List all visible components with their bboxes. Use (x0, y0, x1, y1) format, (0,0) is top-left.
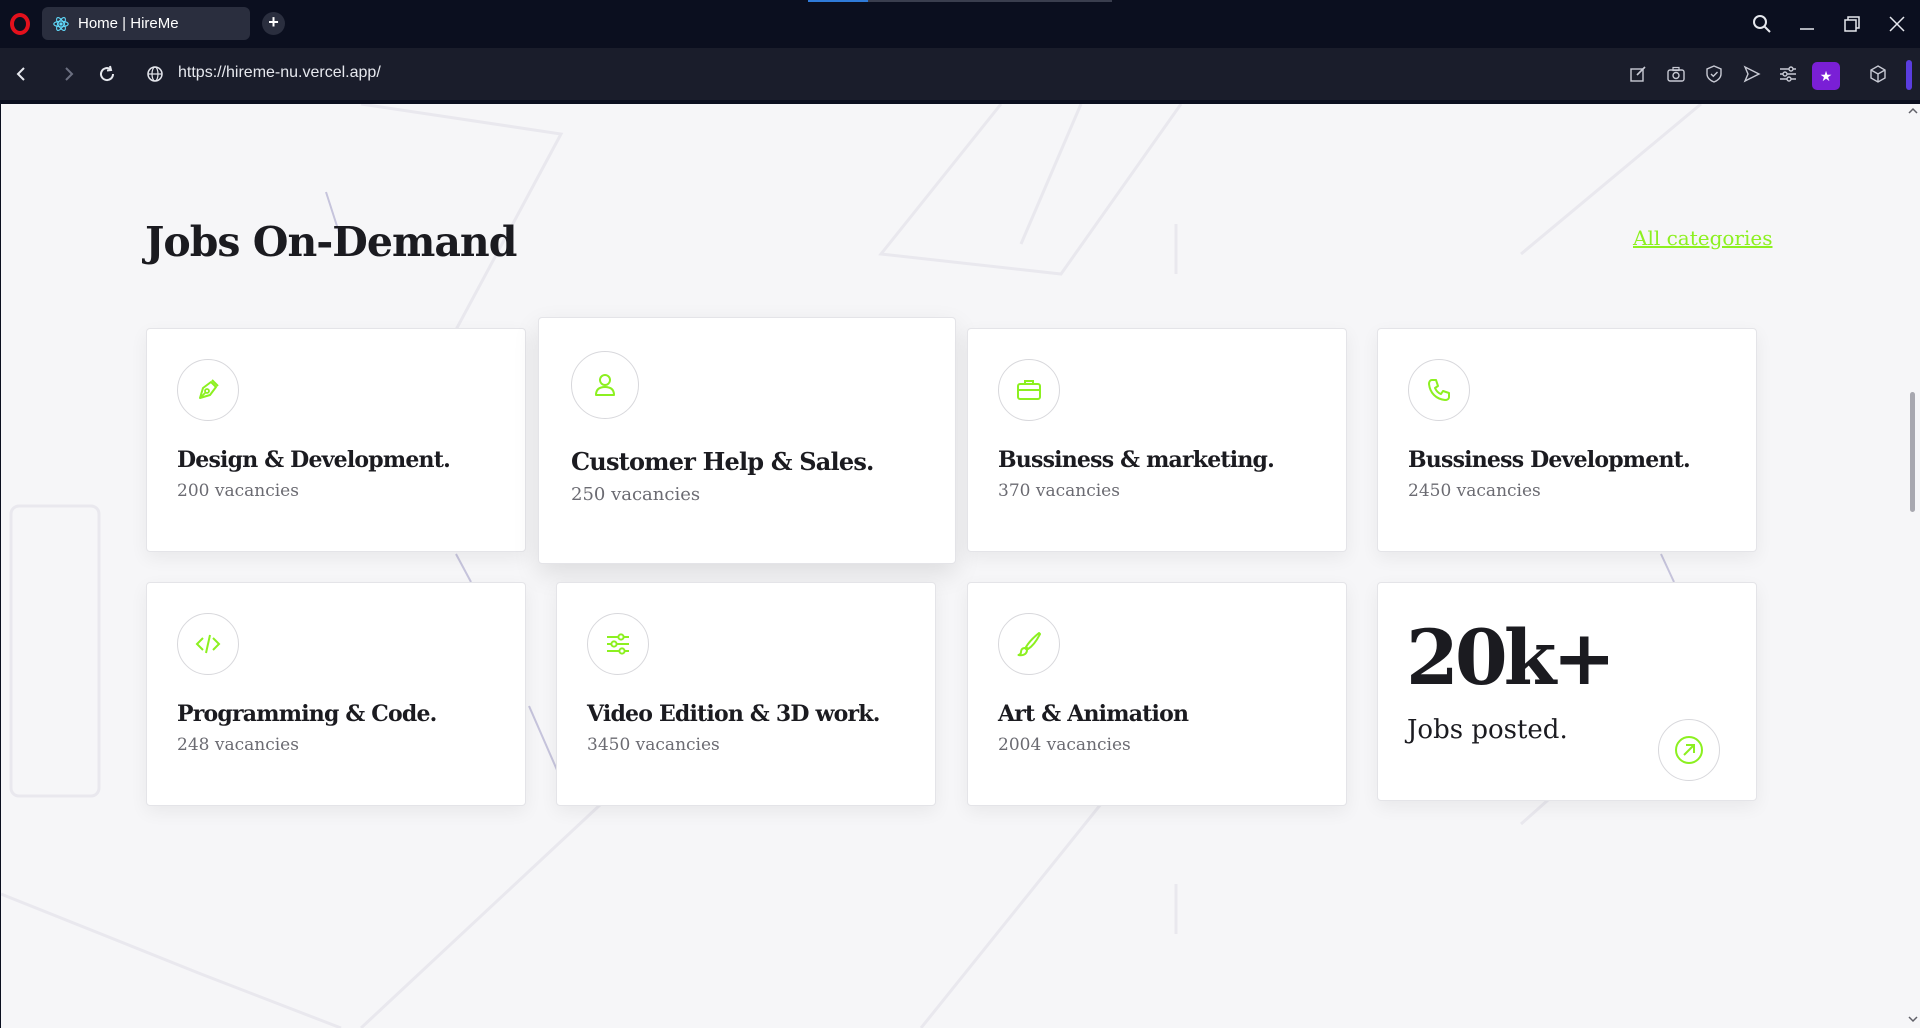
pen-nib-icon (177, 359, 239, 421)
new-tab-button[interactable]: + (262, 12, 285, 35)
browser-tab[interactable]: Home | HireMe (42, 7, 250, 40)
restore-icon[interactable] (1837, 10, 1867, 38)
category-card-business-marketing[interactable]: Bussiness & marketing. 370 vacancies (967, 328, 1347, 552)
loading-track (868, 0, 1112, 2)
loading-indicator (808, 0, 868, 2)
extension-star-icon[interactable]: ★ (1812, 62, 1840, 90)
jobs-posted-card: 20k+ Jobs posted. (1377, 582, 1757, 801)
card-vacancies: 250 vacancies (571, 484, 701, 505)
card-vacancies: 2450 vacancies (1408, 481, 1541, 501)
card-vacancies: 3450 vacancies (587, 735, 720, 755)
scroll-down-icon[interactable] (1906, 1012, 1920, 1026)
jobs-posted-count: 20k+ (1406, 613, 1616, 702)
shield-icon[interactable] (1702, 62, 1726, 86)
browser-titlebar: Home | HireMe + (0, 0, 1920, 48)
arrow-up-right-button[interactable] (1658, 719, 1720, 781)
sliders-icon (587, 613, 649, 675)
sidebar-toggle[interactable] (1906, 60, 1912, 90)
close-icon[interactable] (1882, 10, 1912, 38)
section-title: Jobs On-Demand (145, 218, 517, 266)
card-title: Customer Help & Sales. (571, 447, 874, 476)
camera-icon[interactable] (1664, 62, 1688, 86)
brush-icon (998, 613, 1060, 675)
card-vacancies: 200 vacancies (177, 481, 299, 501)
card-title: Design & Development. (177, 447, 451, 473)
easy-setup-icon[interactable] (1776, 62, 1800, 86)
react-icon (53, 16, 69, 31)
reload-icon[interactable] (93, 60, 121, 88)
category-card-design[interactable]: Design & Development. 200 vacancies (146, 328, 526, 552)
minimize-icon[interactable] (1792, 10, 1822, 38)
card-title: Video Edition & 3D work. (587, 701, 880, 727)
send-icon[interactable] (1740, 62, 1764, 86)
category-card-art-animation[interactable]: Art & Animation 2004 vacancies (967, 582, 1347, 806)
back-icon[interactable] (8, 60, 36, 88)
card-title: Bussiness & marketing. (998, 447, 1275, 473)
edit-icon[interactable] (1626, 62, 1650, 86)
category-card-video-3d[interactable]: Video Edition & 3D work. 3450 vacancies (556, 582, 936, 806)
briefcase-icon (998, 359, 1060, 421)
scroll-up-icon[interactable] (1906, 104, 1920, 118)
code-icon (177, 613, 239, 675)
opera-logo-icon[interactable] (10, 13, 30, 35)
tab-title: Home | HireMe (78, 15, 179, 32)
forward-icon[interactable] (54, 60, 82, 88)
category-card-business-development[interactable]: Bussiness Development. 2450 vacancies (1377, 328, 1757, 552)
extensions-cube-icon[interactable] (1866, 62, 1890, 86)
site-info-globe-icon[interactable] (141, 60, 169, 88)
search-icon[interactable] (1747, 10, 1777, 38)
page-viewport: Jobs On-Demand All categories Design & D… (1, 104, 1906, 1028)
category-card-customer-help[interactable]: Customer Help & Sales. 250 vacancies (538, 317, 956, 564)
card-title: Art & Animation (998, 701, 1189, 727)
card-vacancies: 248 vacancies (177, 735, 299, 755)
all-categories-link[interactable]: All categories (1633, 226, 1773, 250)
jobs-posted-label: Jobs posted. (1407, 715, 1568, 745)
card-title: Programming & Code. (177, 701, 437, 727)
scrollbar-thumb[interactable] (1910, 392, 1915, 512)
card-vacancies: 370 vacancies (998, 481, 1120, 501)
card-title: Bussiness Development. (1408, 447, 1691, 473)
phone-icon (1408, 359, 1470, 421)
url-field[interactable]: https://hireme-nu.vercel.app/ (178, 64, 381, 82)
page-scrollbar[interactable] (1906, 104, 1920, 1028)
user-icon (571, 351, 639, 419)
category-card-programming[interactable]: Programming & Code. 248 vacancies (146, 582, 526, 806)
card-vacancies: 2004 vacancies (998, 735, 1131, 755)
arrow-up-right-icon (1675, 736, 1703, 764)
